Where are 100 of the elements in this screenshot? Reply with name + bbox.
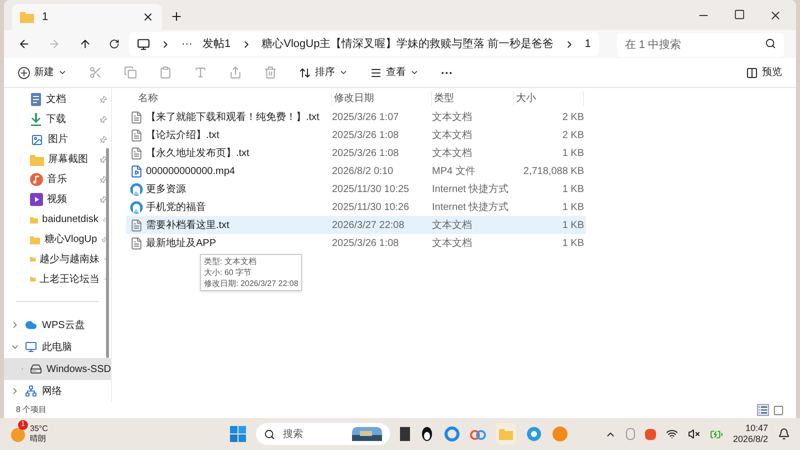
muted-speaker-icon[interactable] — [688, 428, 700, 440]
film-icon — [30, 193, 43, 206]
column-header[interactable]: 名称 — [136, 90, 332, 106]
rename-icon[interactable] — [194, 66, 207, 79]
nav-label: 上老王论坛当 — [40, 272, 100, 287]
up-icon[interactable] — [78, 37, 91, 51]
download-icon — [30, 113, 42, 126]
text-file-icon — [130, 128, 143, 142]
nav-label: 音乐 — [47, 172, 68, 188]
type-cell-text: 文本文档 — [432, 110, 473, 124]
clock-time[interactable]: 10:47 — [745, 423, 768, 434]
sun-icon — [10, 426, 26, 442]
nav-label: 视频 — [47, 192, 68, 208]
date-cell-text: 2025/3/26 1:08 — [332, 146, 400, 160]
file-row[interactable]: 更多资源 2025/11/30 10:25 Internet 快捷方式 1 KB — [126, 180, 586, 198]
close-icon[interactable] — [142, 11, 154, 23]
nav-label: WPS云盘 — [42, 318, 85, 333]
file-row[interactable]: 手机党的福音 2025/11/30 10:26 Internet 快捷方式 1 KB — [126, 198, 586, 216]
chevron-down-icon — [410, 68, 419, 77]
breadcrumb[interactable]: 糖心VlogUp主【情深叉喔】学妹的救赎与堕落 前一秒是爸爸 — [262, 36, 554, 52]
window-tab[interactable]: 1 — [12, 4, 162, 30]
size-cell-text: 1 KB — [561, 182, 584, 196]
date-cell-text: 2026/3/27 22:08 — [332, 218, 406, 232]
quick-access-item[interactable]: 糖心VlogUp — [4, 230, 111, 250]
address-bar[interactable]: ··· 发帖1 糖心VlogUp主【情深叉喔】学妹的救赎与堕落 前一秒是爸爸 1 — [129, 32, 599, 56]
sort-button[interactable]: 排序 — [299, 65, 348, 80]
file-name: 【来了就能下载和观看！纯免费！】.txt — [146, 110, 320, 124]
size-cell-text: 1 KB — [561, 200, 584, 214]
share-icon[interactable] — [229, 66, 242, 79]
type-cell-text: 文本文档 — [432, 218, 473, 232]
nav-label: 图片 — [48, 132, 69, 148]
column-header[interactable]: 修改日期 — [332, 90, 432, 106]
breadcrumb[interactable]: 1 — [584, 36, 591, 52]
monitor-icon — [137, 38, 150, 50]
delete-icon[interactable] — [264, 66, 277, 79]
quick-access-item[interactable]: baidunetdisk — [4, 210, 111, 230]
quick-access-item[interactable]: 屏幕截图 — [4, 150, 111, 170]
nav-label: 越少与越南妹 — [40, 252, 100, 267]
app-icon[interactable] — [552, 426, 568, 442]
nav-item[interactable]: 此电脑 — [4, 336, 111, 358]
back-icon[interactable] — [18, 37, 30, 51]
file-name: 000000000000.mp4 — [146, 164, 235, 178]
tray-app-icon[interactable] — [626, 428, 635, 440]
close-icon[interactable] — [769, 8, 782, 22]
nav-item[interactable]: 网络 — [4, 380, 111, 402]
file-row[interactable]: 【论坛介绍】.txt 2025/3/26 1:08 文本文档 2 KB — [126, 126, 586, 144]
quick-access-item[interactable]: 文档 — [4, 90, 111, 110]
file-row[interactable]: 【永久地址发布页】.txt 2025/3/26 1:08 文本文档 1 KB — [126, 144, 586, 162]
taskbar-search[interactable]: 搜索 — [256, 423, 390, 445]
tiles-view-icon[interactable] — [773, 404, 784, 416]
notification-icon[interactable] — [778, 428, 790, 440]
nav-item[interactable]: Windows-SSD — [4, 358, 111, 380]
scrollbar[interactable] — [106, 148, 109, 358]
quick-access-item[interactable]: 音乐 — [4, 170, 111, 190]
new-tab-icon[interactable] — [170, 10, 183, 23]
size-cell-text: 2 KB — [561, 128, 584, 142]
refresh-icon[interactable] — [108, 38, 120, 50]
preview-button[interactable]: 预览 — [746, 65, 782, 80]
quick-access-item[interactable]: 图片 — [4, 130, 111, 150]
quick-access-item[interactable]: 上老王论坛当 — [4, 269, 111, 290]
breadcrumb[interactable]: 发帖1 — [202, 36, 231, 52]
picture-icon — [30, 132, 44, 147]
file-row[interactable]: 【来了就能下载和观看！纯免费！】.txt 2025/3/26 1:07 文本文档 2 KB — [126, 108, 586, 126]
copy-icon[interactable] — [124, 66, 137, 79]
details-view-icon[interactable] — [757, 404, 769, 416]
paste-icon[interactable] — [159, 66, 172, 79]
file-name: 手机党的福音 — [146, 200, 206, 214]
quick-access-item[interactable]: 下载 — [4, 110, 111, 130]
overflow-dots[interactable]: ··· — [181, 36, 192, 52]
network-icon — [24, 384, 38, 398]
tooltip-line: 类型: 文本文档 — [204, 256, 258, 267]
sort-icon — [299, 66, 311, 78]
file-name: 最新地址及APP — [146, 236, 216, 250]
column-header[interactable]: 类型 — [432, 90, 514, 106]
browser-icon[interactable] — [444, 426, 460, 442]
shortcut-icon — [130, 200, 143, 214]
cut-icon[interactable] — [89, 66, 102, 79]
size-cell-text: 1 KB — [561, 218, 584, 232]
file-row[interactable]: 需要补档看这里.txt 2026/3/27 22:08 文本文档 1 KB — [126, 216, 586, 234]
new-button[interactable]: 新建 — [18, 65, 67, 80]
clock-date[interactable]: 2026/8/2 — [732, 434, 768, 445]
file-row[interactable]: 000000000000.mp4 2026/8/2 0:10 MP4 文件 2,718,088 KB — [126, 162, 586, 180]
battery-icon[interactable] — [710, 428, 723, 440]
quick-access-item[interactable]: 越少与越南妹 — [4, 250, 111, 270]
date-cell-text: 2025/3/26 1:08 — [332, 236, 400, 250]
text-file-icon — [130, 218, 143, 232]
more-button[interactable]: ··· — [441, 64, 453, 82]
input-method-icon[interactable] — [644, 428, 656, 440]
view-button[interactable]: 查看 — [370, 65, 419, 80]
quick-access-item[interactable]: 视频 — [4, 190, 111, 210]
start-icon[interactable] — [230, 426, 246, 442]
date-cell-text: 2025/11/30 10:25 — [332, 182, 410, 196]
maximize-icon[interactable] — [734, 8, 745, 20]
file-row[interactable]: 最新地址及APP 2025/3/26 1:08 文本文档 1 KB — [126, 234, 586, 252]
type-cell-text: Internet 快捷方式 — [432, 200, 510, 214]
search-field[interactable]: 在 1 中搜索 — [616, 33, 784, 57]
folder-icon — [30, 234, 40, 246]
file-name: 需要补档看这里.txt — [146, 218, 230, 232]
column-header[interactable]: 大小 — [514, 90, 584, 106]
nav-item[interactable]: WPS云盘 — [4, 314, 111, 336]
